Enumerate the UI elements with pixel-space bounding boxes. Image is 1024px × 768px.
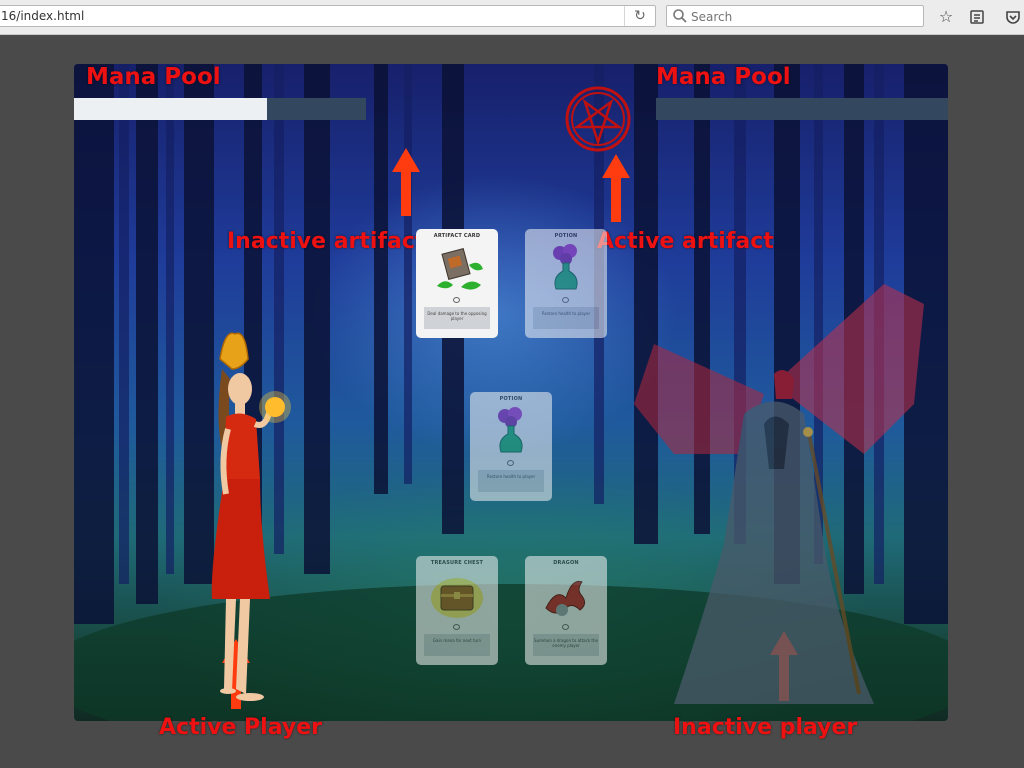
card-description: Restore health to player	[478, 470, 544, 492]
card-cost-icon	[507, 460, 514, 466]
card-cost-icon	[453, 624, 460, 630]
card-description: Deal damage to the opposing player	[424, 307, 490, 329]
right-mana-pool-bar	[656, 98, 948, 120]
dragon-card[interactable]: DRAGON Summon a dragon to attack the ene…	[525, 556, 607, 665]
card-title: POTION	[554, 233, 578, 239]
card-title: ARTIFACT CARD	[433, 233, 481, 239]
search-icon	[673, 9, 687, 23]
card-description: Summon a dragon to attack the enemy play…	[533, 634, 599, 656]
url-text[interactable]: 16/index.html	[1, 9, 84, 23]
active-player-character[interactable]	[200, 329, 300, 709]
arrow-up-icon	[392, 148, 420, 216]
card-cost-icon	[562, 624, 569, 630]
card-title: POTION	[499, 396, 523, 402]
url-bar[interactable]: 16/index.html ↻	[0, 5, 656, 27]
bookmark-star-icon[interactable]: ☆	[935, 6, 957, 28]
pocket-icon[interactable]	[1002, 6, 1024, 28]
card-title: TREASURE CHEST	[430, 560, 484, 566]
potion-icon	[553, 244, 578, 290]
dragon-icon	[545, 580, 586, 616]
card-title: DRAGON	[553, 560, 579, 566]
card-cost-icon	[562, 297, 569, 303]
potion-card[interactable]: POTION Restore health to player	[525, 229, 607, 338]
cannon-icon	[437, 247, 483, 290]
card-description: Gain mana for next turn	[424, 634, 490, 656]
card-cost-icon	[453, 297, 460, 303]
potion-icon	[498, 407, 523, 453]
browser-toolbar: 16/index.html ↻ ☆	[0, 0, 1024, 35]
treasure-chest-card[interactable]: TREASURE CHEST Gain mana for next turn	[416, 556, 498, 665]
left-mana-pool-bar	[74, 98, 366, 120]
potion-card[interactable]: POTION Restore health to player	[470, 392, 552, 501]
left-mana-pool-fill	[74, 98, 267, 120]
reload-icon[interactable]: ↻	[624, 6, 655, 26]
arrow-up-icon	[602, 154, 630, 222]
pentagram-artifact-icon[interactable]	[564, 85, 632, 153]
inactive-player-annotation: Inactive player	[673, 715, 858, 740]
right-mana-pool-label: Mana Pool	[656, 64, 791, 90]
card-description: Restore health to player	[533, 307, 599, 329]
treasure-chest-icon	[431, 578, 483, 618]
inactive-player-character[interactable]	[634, 284, 924, 714]
artifact-card[interactable]: ARTIFACT CARD Deal damage to the opposin…	[416, 229, 498, 338]
search-input[interactable]	[689, 7, 913, 27]
left-mana-pool-label: Mana Pool	[86, 64, 221, 90]
search-bar[interactable]	[666, 5, 924, 27]
inactive-artifact-annotation: Inactive artifact	[227, 229, 426, 254]
reading-list-icon[interactable]	[966, 6, 988, 28]
game-board: Mana Pool Mana Pool Inactive artifact Ac…	[74, 64, 948, 721]
active-artifact-annotation: Active artifact	[597, 229, 774, 254]
active-player-annotation: Active Player	[159, 715, 322, 740]
